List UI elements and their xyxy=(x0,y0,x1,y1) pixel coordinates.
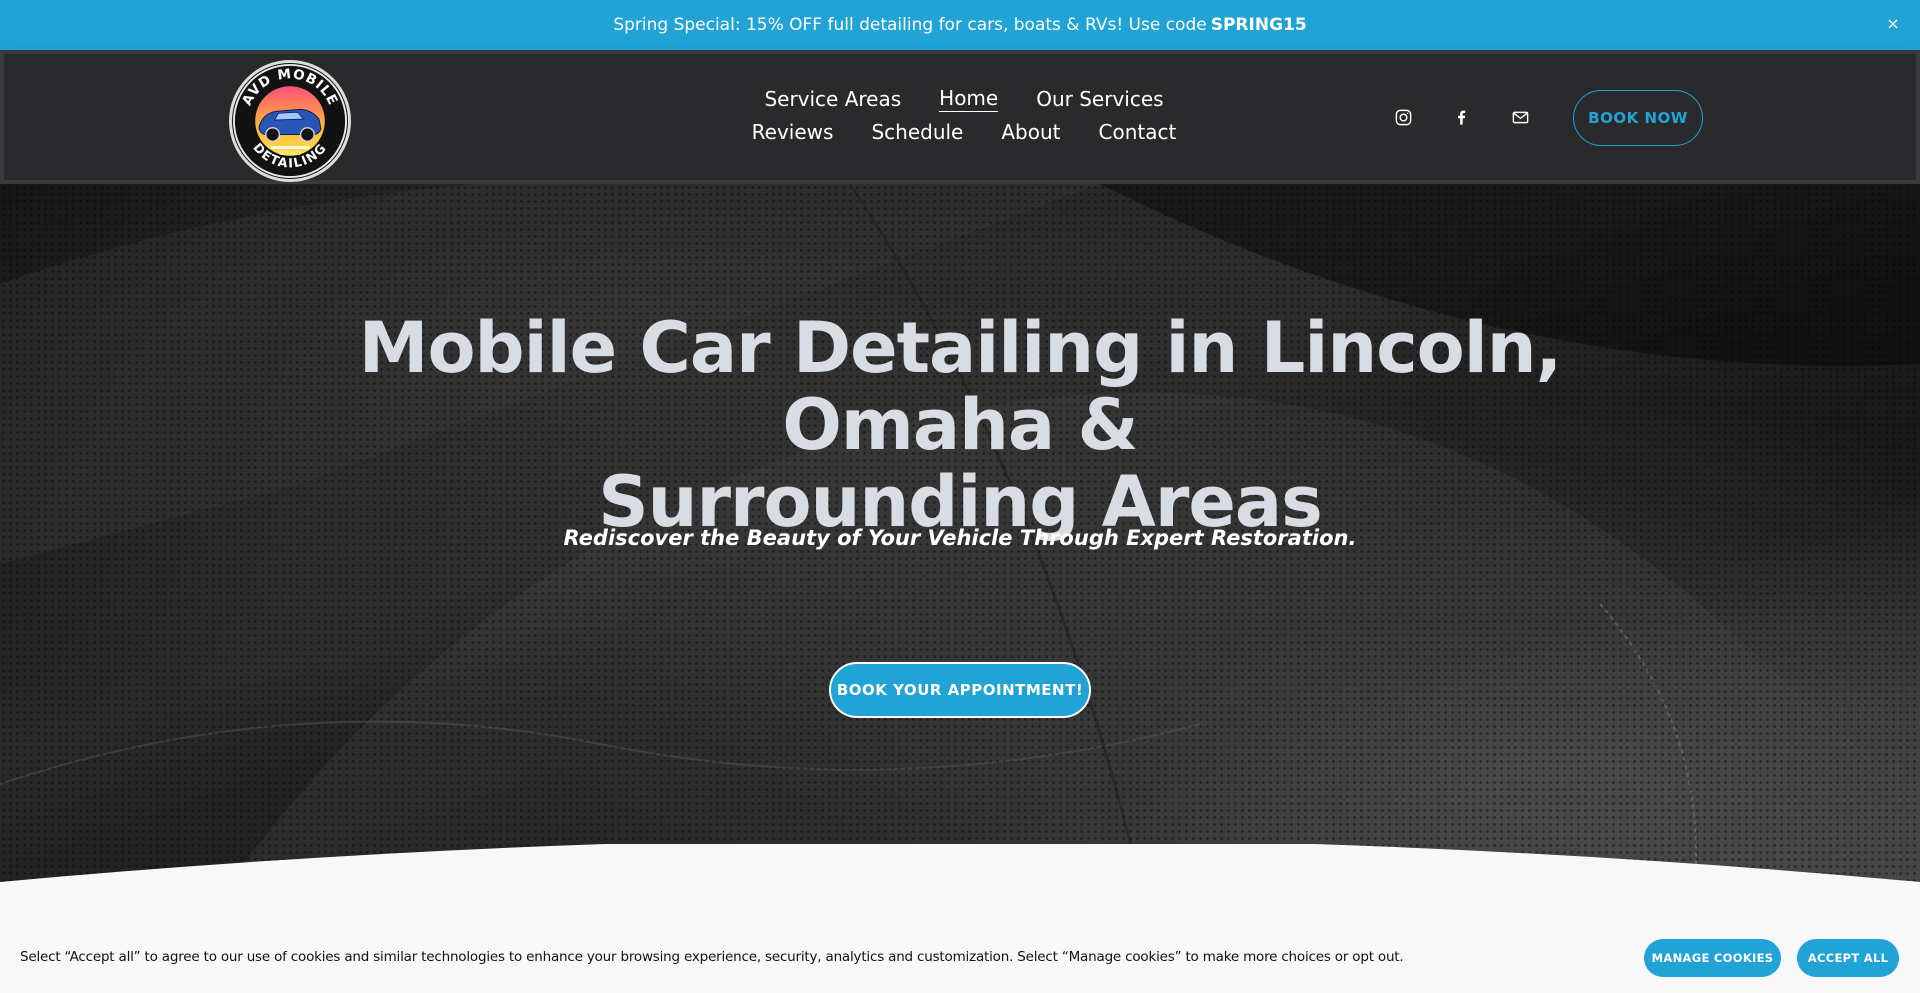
manage-cookies-button[interactable]: MANAGE COOKIES xyxy=(1644,939,1781,977)
announcement-text: Spring Special: 15% OFF full detailing f… xyxy=(613,15,1207,35)
main-nav: Service Areas Home Our Services Reviews … xyxy=(744,82,1184,148)
logo[interactable]: AVD MOBILE DETAILING EST. 2023 xyxy=(229,60,351,182)
site-header: AVD MOBILE DETAILING EST. 2023 Service A… xyxy=(0,50,1920,184)
nav-item-reviews[interactable]: Reviews xyxy=(752,120,834,144)
accept-all-button[interactable]: ACCEPT ALL xyxy=(1797,939,1899,977)
facebook-icon[interactable] xyxy=(1450,106,1472,128)
nav-item-service-areas[interactable]: Service Areas xyxy=(764,87,901,111)
instagram-icon[interactable] xyxy=(1392,106,1414,128)
hero-section: Mobile Car Detailing in Lincoln, Omaha &… xyxy=(0,184,1920,924)
nav-item-our-services[interactable]: Our Services xyxy=(1036,87,1163,111)
nav-item-contact[interactable]: Contact xyxy=(1099,120,1177,144)
hero-title-line-1: Mobile Car Detailing in Lincoln, Omaha & xyxy=(358,307,1562,466)
nav-item-schedule[interactable]: Schedule xyxy=(871,120,963,144)
nav-item-home[interactable]: Home xyxy=(939,86,999,112)
logo-badge-icon: AVD MOBILE DETAILING EST. 2023 xyxy=(232,63,348,179)
logo-est-text: EST. 2023 xyxy=(279,151,301,157)
section-divider-curve xyxy=(0,844,1920,924)
nav-row-1: Service Areas Home Our Services xyxy=(744,82,1184,115)
nav-item-about[interactable]: About xyxy=(1001,120,1060,144)
book-appointment-button[interactable]: BOOK YOUR APPOINTMENT! xyxy=(829,662,1091,718)
nav-row-2: Reviews Schedule About Contact xyxy=(744,115,1184,148)
cookie-text: Select “Accept all” to agree to our use … xyxy=(20,949,1404,965)
perforation-texture xyxy=(0,184,1920,924)
hero-subtitle: Rediscover the Beauty of Your Vehicle Th… xyxy=(563,526,1357,550)
hero-title: Mobile Car Detailing in Lincoln, Omaha &… xyxy=(260,310,1660,541)
cookie-banner: Select “Accept all” to agree to our use … xyxy=(0,923,1920,993)
close-icon[interactable]: × xyxy=(1882,12,1904,34)
email-icon[interactable] xyxy=(1509,106,1531,128)
announcement-bar: Spring Special: 15% OFF full detailing f… xyxy=(0,0,1920,50)
book-now-button[interactable]: BOOK NOW xyxy=(1573,90,1703,146)
promo-code: SPRING15 xyxy=(1210,15,1307,35)
